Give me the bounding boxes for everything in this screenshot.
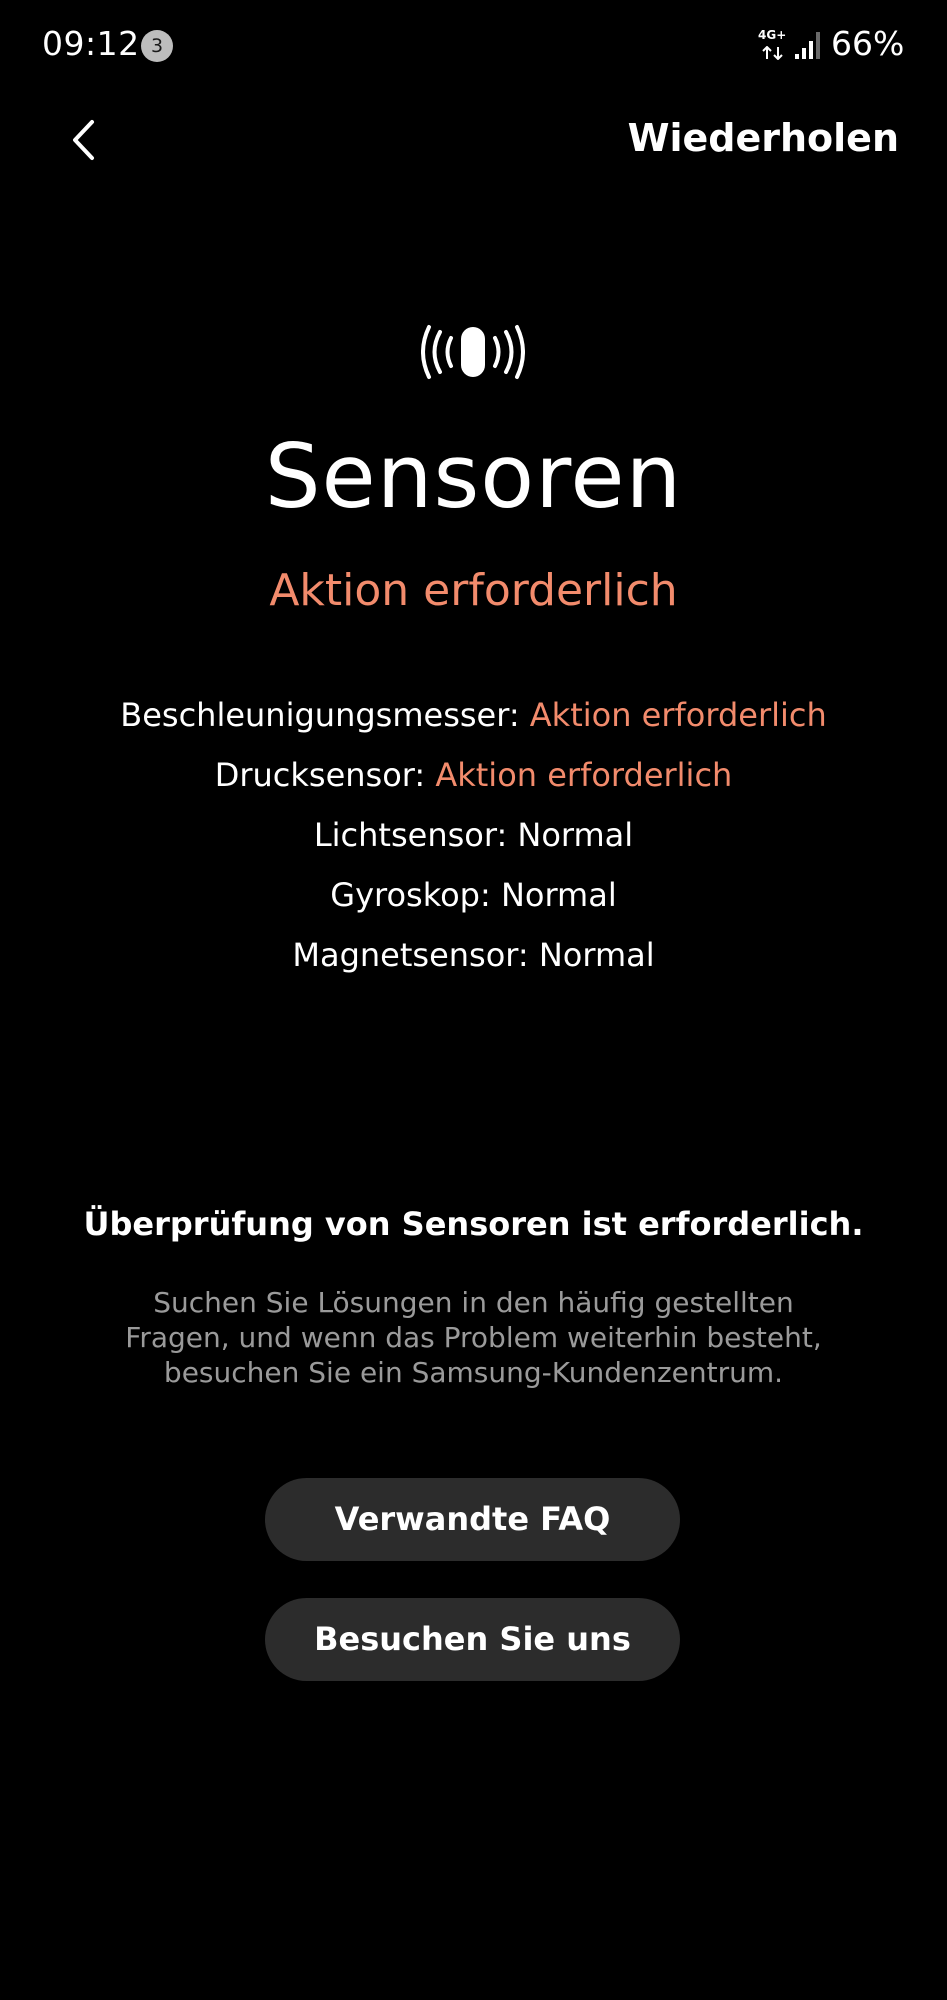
- sensor-row-accelerometer: Beschleunigungsmesser: Aktion erforderli…: [0, 685, 947, 745]
- visit-us-button[interactable]: Besuchen Sie uns: [265, 1598, 680, 1681]
- sensor-list: Beschleunigungsmesser: Aktion erforderli…: [0, 685, 947, 985]
- sensor-status: Normal: [500, 876, 617, 914]
- status-time: 09:12: [42, 24, 140, 63]
- sensor-row-pressure: Drucksensor: Aktion erforderlich: [0, 745, 947, 805]
- notice-body: Suchen Sie Lösungen in den häufig gestel…: [125, 1286, 822, 1389]
- sensor-status: Aktion erforderlich: [435, 756, 733, 794]
- status-bar: 09:12 3 4G+ 66%: [0, 0, 947, 92]
- retry-button[interactable]: Wiederholen: [628, 116, 899, 160]
- sensor-name: Drucksensor:: [214, 756, 426, 794]
- signal-strength-icon: [795, 32, 820, 59]
- sensor-status: Normal: [517, 816, 634, 854]
- related-faq-button[interactable]: Verwandte FAQ: [265, 1478, 680, 1561]
- sensor-row-light: Lichtsensor: Normal: [0, 805, 947, 865]
- sensor-name: Magnetsensor:: [292, 936, 529, 974]
- data-arrows-icon: [762, 46, 783, 60]
- notification-count-badge: 3: [141, 30, 173, 62]
- overall-status: Aktion erforderlich: [269, 565, 678, 616]
- sensor-name: Gyroskop:: [330, 876, 491, 914]
- network-type-indicator: 4G+: [758, 28, 792, 64]
- sensor-status: Aktion erforderlich: [529, 696, 827, 734]
- sensor-row-gyroscope: Gyroskop: Normal: [0, 865, 947, 925]
- battery-level: 66%: [831, 24, 905, 63]
- sensor-name: Beschleunigungsmesser:: [120, 696, 520, 734]
- vibration-sensor-icon: [421, 325, 525, 379]
- notice-title: Überprüfung von Sensoren ist erforderlic…: [83, 1205, 864, 1243]
- network-type-label: 4G+: [758, 28, 787, 42]
- sensor-row-magnetic: Magnetsensor: Normal: [0, 925, 947, 985]
- back-button[interactable]: [58, 112, 108, 168]
- chevron-left-icon: [73, 120, 94, 160]
- sensor-name: Lichtsensor:: [313, 816, 508, 854]
- sensor-status: Normal: [538, 936, 655, 974]
- page-title: Sensoren: [264, 425, 683, 528]
